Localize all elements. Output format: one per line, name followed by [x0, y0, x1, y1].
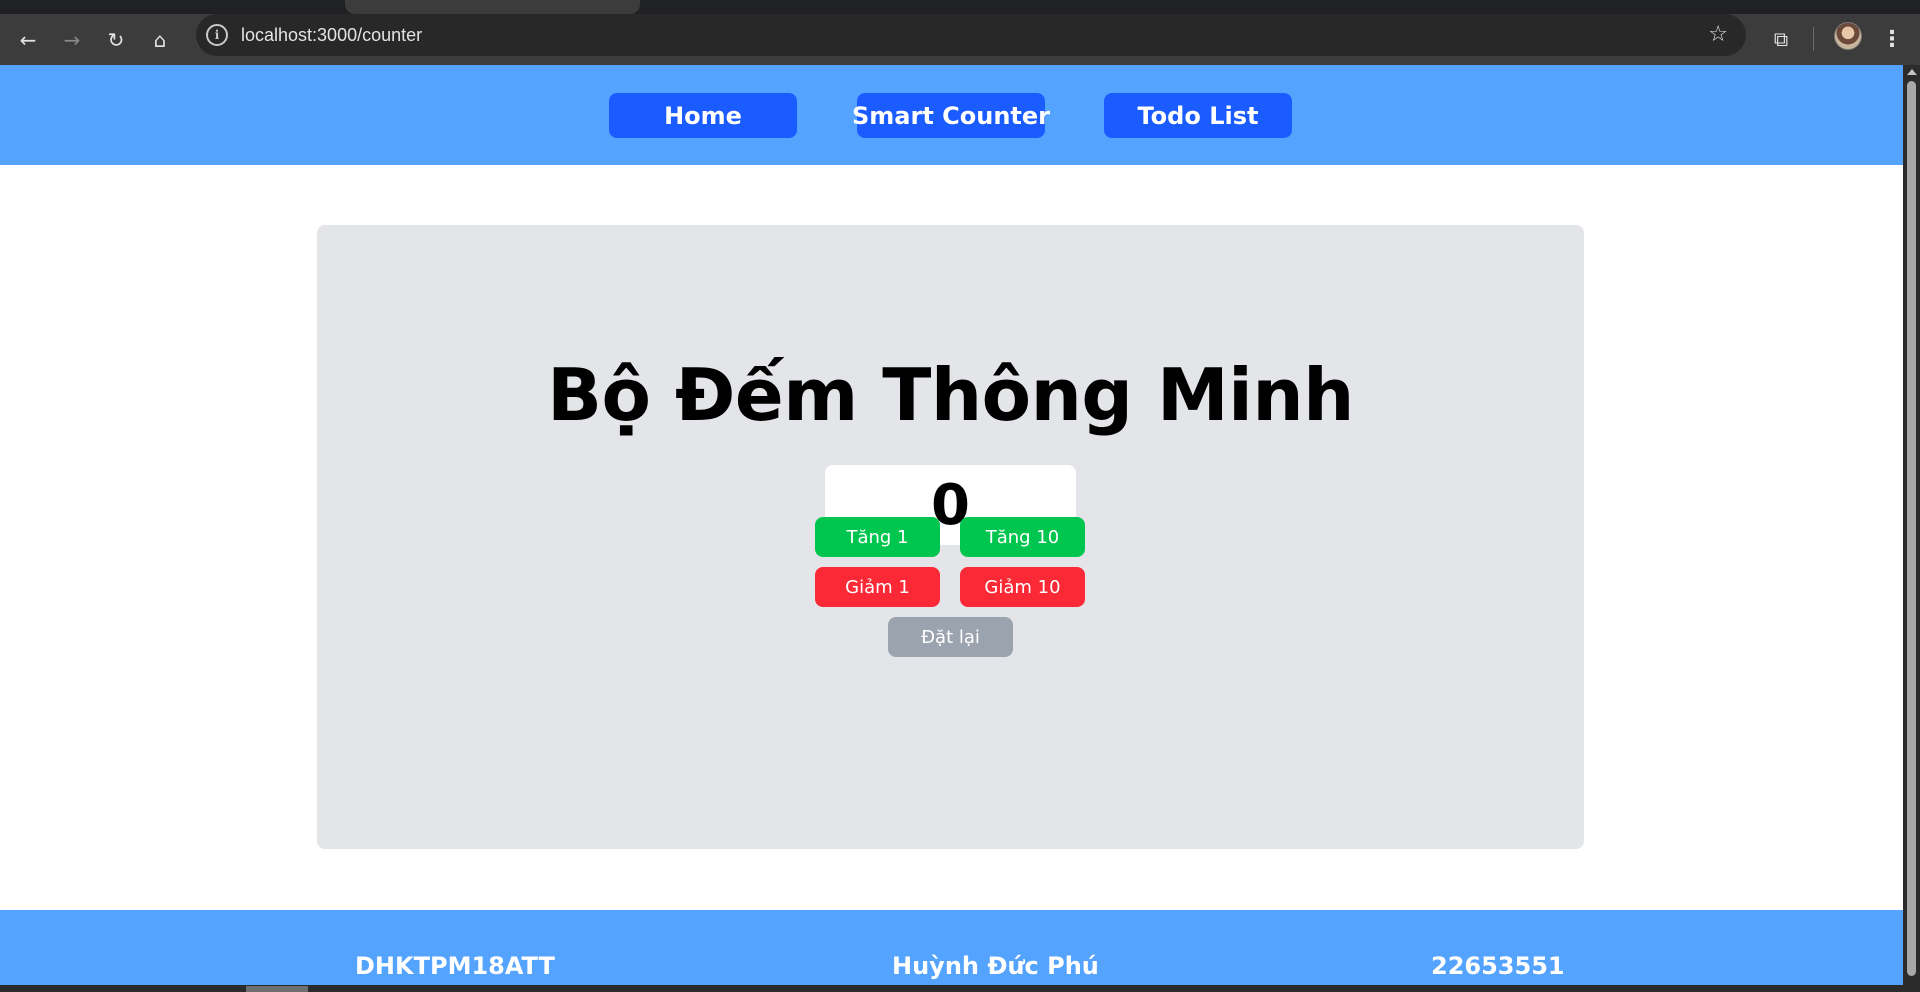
increase-1-button[interactable]: Tăng 1: [815, 517, 940, 557]
counter-card: Bộ Đếm Thông Minh 0 Tăng 1 Tăng 10 Giảm …: [317, 225, 1584, 849]
vertical-scrollbar[interactable]: [1903, 65, 1920, 992]
forward-icon[interactable]: →: [56, 24, 88, 56]
decrease-10-button[interactable]: Giảm 10: [960, 567, 1085, 607]
site-info-icon[interactable]: i: [206, 24, 228, 46]
home-icon[interactable]: ⌂: [144, 24, 176, 56]
browser-chrome: ← → ↻ ⌂ i localhost:3000/counter ☆ ⧉ ⋮: [0, 0, 1920, 65]
reload-icon[interactable]: ↻: [100, 24, 132, 56]
reset-button[interactable]: Đặt lại: [888, 617, 1013, 657]
back-icon[interactable]: ←: [12, 24, 44, 56]
footer-student-name: Huỳnh Đức Phú: [892, 952, 1099, 980]
counter-title: Bộ Đếm Thông Minh: [547, 353, 1354, 437]
nav-home-button[interactable]: Home: [609, 93, 797, 138]
footer-student-id: 22653551: [1431, 952, 1565, 980]
decrease-1-button[interactable]: Giảm 1: [815, 567, 940, 607]
tab-strip: [0, 0, 1920, 14]
browser-menu-icon[interactable]: ⋮: [1880, 24, 1904, 54]
toolbar-divider: [1813, 27, 1814, 51]
profile-avatar[interactable]: [1834, 22, 1862, 50]
top-nav: Home Smart Counter Todo List: [0, 65, 1903, 165]
footer-class-code: DHKTPM18ATT: [355, 952, 555, 980]
address-bar[interactable]: i localhost:3000/counter ☆: [196, 14, 1746, 56]
page-content: Home Smart Counter Todo List Bộ Đếm Thôn…: [0, 65, 1903, 992]
url-text[interactable]: localhost:3000/counter: [241, 25, 422, 46]
horizontal-scrollbar[interactable]: [0, 985, 1903, 992]
scroll-up-arrow-icon[interactable]: [1907, 69, 1917, 75]
nav-smart-counter-button[interactable]: Smart Counter: [852, 93, 1050, 138]
increase-10-button[interactable]: Tăng 10: [960, 517, 1085, 557]
nav-todo-list-button[interactable]: Todo List: [1104, 93, 1292, 138]
horizontal-scroll-thumb[interactable]: [246, 986, 308, 992]
bookmark-star-icon[interactable]: ☆: [1708, 22, 1728, 47]
scroll-thumb[interactable]: [1907, 81, 1916, 976]
extensions-icon[interactable]: ⧉: [1766, 24, 1796, 54]
footer: DHKTPM18ATT Huỳnh Đức Phú 22653551: [0, 910, 1903, 992]
active-tab[interactable]: [345, 0, 640, 14]
browser-toolbar: ← → ↻ ⌂ i localhost:3000/counter ☆ ⧉ ⋮: [0, 14, 1920, 65]
